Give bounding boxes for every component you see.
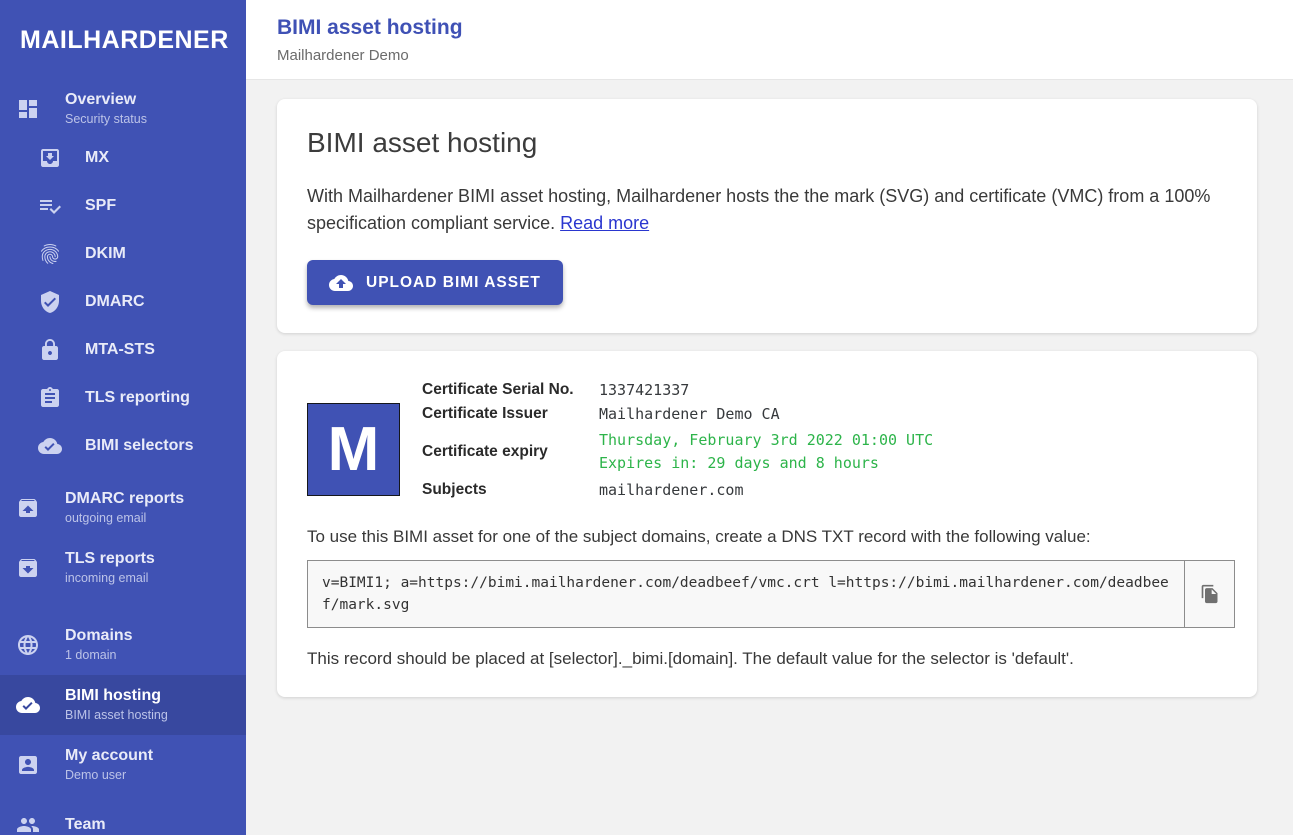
upload-bimi-asset-button[interactable]: UPLOAD BIMI ASSET <box>307 260 563 305</box>
cert-expiry-label: Certificate expiry <box>422 441 599 463</box>
dns-record-value: v=BIMI1; a=https://bimi.mailhardener.com… <box>308 561 1184 627</box>
sidebar-item-dmarc[interactable]: DMARC <box>0 278 246 326</box>
sidebar-item-label: TLS reporting <box>85 390 190 406</box>
sidebar-item-label: BIMI selectors <box>85 438 193 454</box>
sidebar-item-label: TLS reports <box>65 551 155 567</box>
sidebar-item-dmarc-reports[interactable]: DMARC reports outgoing email <box>0 478 246 538</box>
cloud-check-icon <box>16 693 40 717</box>
move-to-inbox-icon <box>38 146 62 170</box>
dashboard-icon <box>16 97 40 121</box>
cloud-upload-icon <box>329 271 353 295</box>
cert-serial-value: 1337421337 <box>599 379 933 401</box>
shield-check-icon <box>38 290 62 314</box>
bimi-mark-letter: M <box>328 419 380 481</box>
sidebar-item-label: DKIM <box>85 246 126 262</box>
sidebar-item-label: BIMI hosting <box>65 688 168 704</box>
sidebar-item-spf[interactable]: SPF <box>0 182 246 230</box>
sidebar-item-team[interactable]: Team <box>0 795 246 835</box>
sidebar-item-label: My account <box>65 748 153 764</box>
sidebar-item-dkim[interactable]: DKIM <box>0 230 246 278</box>
sidebar-item-tls-reporting[interactable]: TLS reporting <box>0 374 246 422</box>
certificate-details: Certificate Serial No. 1337421337 Certif… <box>422 379 933 501</box>
sidebar-item-sublabel: Security status <box>65 113 147 126</box>
globe-icon <box>16 633 40 657</box>
playlist-check-icon <box>38 194 62 218</box>
certificate-card: M Certificate Serial No. 1337421337 Cert… <box>277 351 1257 697</box>
copy-icon <box>1200 584 1220 604</box>
sidebar-item-label: MTA-STS <box>85 342 155 358</box>
app-logo[interactable]: MAILHARDENER <box>0 0 246 84</box>
sidebar-item-sublabel: 1 domain <box>65 649 133 662</box>
cloud-check-icon <box>38 434 62 458</box>
sidebar-item-bimi-hosting[interactable]: BIMI hosting BIMI asset hosting <box>0 675 246 735</box>
sidebar-item-domains[interactable]: Domains 1 domain <box>0 615 246 675</box>
sidebar-item-label: DMARC <box>85 294 145 310</box>
cert-subjects-label: Subjects <box>422 479 599 501</box>
read-more-link[interactable]: Read more <box>560 213 649 233</box>
fingerprint-icon <box>38 242 62 266</box>
archive-icon <box>16 556 40 580</box>
cert-serial-label: Certificate Serial No. <box>422 379 599 401</box>
page-header: BIMI asset hosting Mailhardener Demo <box>246 0 1293 80</box>
content: BIMI asset hosting With Mailhardener BIM… <box>246 80 1293 697</box>
sidebar-item-sublabel: Demo user <box>65 769 153 782</box>
people-icon <box>16 813 40 835</box>
lock-icon <box>38 338 62 362</box>
clipboard-icon <box>38 386 62 410</box>
unarchive-icon <box>16 496 40 520</box>
dns-record-box: v=BIMI1; a=https://bimi.mailhardener.com… <box>307 560 1235 628</box>
dns-instruction: To use this BIMI asset for one of the su… <box>307 527 1227 547</box>
intro-card: BIMI asset hosting With Mailhardener BIM… <box>277 99 1257 333</box>
cert-expiry-countdown: Expires in: 29 days and 8 hours <box>599 452 933 475</box>
sidebar-item-label: MX <box>85 150 109 166</box>
sidebar-item-mx[interactable]: MX <box>0 134 246 182</box>
cert-issuer-label: Certificate Issuer <box>422 403 599 425</box>
main-area: BIMI asset hosting Mailhardener Demo BIM… <box>246 0 1293 835</box>
bimi-mark-logo: M <box>307 403 400 496</box>
cert-issuer-value: Mailhardener Demo CA <box>599 403 933 425</box>
sidebar-item-my-account[interactable]: My account Demo user <box>0 735 246 795</box>
cert-expiry-date: Thursday, February 3rd 2022 01:00 UTC <box>599 429 933 452</box>
sidebar-item-sublabel: incoming email <box>65 572 155 585</box>
sidebar-item-label: Overview <box>65 92 147 108</box>
card-title: BIMI asset hosting <box>307 127 1227 159</box>
selector-note: This record should be placed at [selecto… <box>307 649 1227 669</box>
account-box-icon <box>16 753 40 777</box>
cert-subjects-value: mailhardener.com <box>599 479 933 501</box>
sidebar-item-label: Domains <box>65 628 133 644</box>
sidebar-item-bimi-selectors[interactable]: BIMI selectors <box>0 422 246 470</box>
sidebar-item-label: SPF <box>85 198 116 214</box>
page-title: BIMI asset hosting <box>277 16 1293 40</box>
sidebar-item-sublabel: outgoing email <box>65 512 184 525</box>
sidebar-item-label: DMARC reports <box>65 491 184 507</box>
intro-text: With Mailhardener BIMI asset hosting, Ma… <box>307 183 1227 237</box>
sidebar-item-sublabel: BIMI asset hosting <box>65 709 168 722</box>
sidebar-item-tls-reports[interactable]: TLS reports incoming email <box>0 538 246 598</box>
intro-text-body: With Mailhardener BIMI asset hosting, Ma… <box>307 186 1210 233</box>
sidebar: MAILHARDENER OverviewSecurity status MX … <box>0 0 246 835</box>
sidebar-item-overview[interactable]: Overview Security status <box>0 84 246 134</box>
cert-expiry-value: Thursday, February 3rd 2022 01:00 UTC Ex… <box>599 427 933 477</box>
upload-button-label: UPLOAD BIMI ASSET <box>366 274 541 292</box>
sidebar-item-label: Team <box>65 817 106 833</box>
copy-dns-record-button[interactable] <box>1184 561 1234 627</box>
sidebar-item-mta-sts[interactable]: MTA-STS <box>0 326 246 374</box>
page-subtitle: Mailhardener Demo <box>277 47 1293 64</box>
